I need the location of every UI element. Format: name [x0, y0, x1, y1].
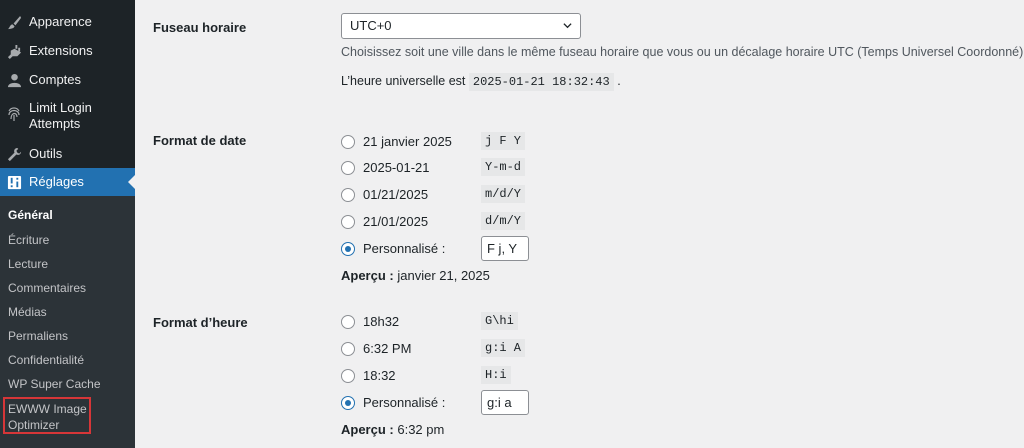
preview-value: 6:32 pm: [397, 422, 445, 437]
preview-value: janvier 21, 2025: [397, 268, 490, 283]
timezone-description: Choisissez soit une ville dans le même f…: [341, 45, 1024, 59]
date-format-code: m/d/Y: [481, 185, 526, 203]
submenu-item-permaliens[interactable]: Permaliens: [8, 329, 68, 343]
paintbrush-icon: [6, 14, 22, 30]
menu-item-reglages[interactable]: Réglages: [0, 168, 136, 196]
timezone-label: Fuseau horaire: [153, 20, 247, 35]
menu-label: Comptes: [29, 72, 82, 87]
time-format-option-label: 18h32: [363, 314, 400, 329]
plugin-icon: [6, 43, 22, 59]
timezone-select[interactable]: UTC+0: [341, 13, 581, 39]
menu-item-apparence[interactable]: Apparence: [0, 12, 135, 32]
menu-item-limit-login-attempts[interactable]: Limit Login Attempts: [0, 98, 135, 134]
date-format-code: Y-m-d: [481, 158, 526, 176]
date-format-option-label: 21/01/2025: [363, 214, 429, 229]
user-icon: [6, 72, 22, 88]
preview-label: Aperçu :: [341, 268, 394, 283]
radio-button-checked[interactable]: [341, 396, 355, 410]
date-format-option-label: 01/21/2025: [363, 187, 429, 202]
submenu-item-general[interactable]: Général: [8, 208, 53, 222]
settings-main: Fuseau horaire UTC+0 Choisissez soit une…: [135, 0, 1024, 448]
menu-item-outils[interactable]: Outils: [0, 144, 135, 164]
menu-label: Limit Login: [29, 100, 92, 115]
utc-prefix: L’heure universelle est: [341, 74, 466, 88]
menu-item-extensions[interactable]: Extensions: [0, 41, 135, 61]
date-format-code: j F Y: [481, 132, 526, 150]
date-format-code: d/m/Y: [481, 212, 526, 230]
submenu-item-wp-super-cache[interactable]: WP Super Cache: [8, 377, 101, 391]
time-format-custom-input[interactable]: [481, 390, 529, 415]
utc-time-value: 2025-01-21 18:32:43: [468, 73, 614, 91]
preview-label: Aperçu :: [341, 422, 394, 437]
menu-label: Outils: [29, 146, 63, 161]
menu-label: Réglages: [29, 174, 84, 189]
submenu-item-ecriture[interactable]: Écriture: [8, 233, 49, 247]
time-format-custom-label: Personnalisé :: [363, 395, 446, 410]
time-format-option-label: 6:32 PM: [363, 341, 412, 356]
submenu-item-lecture[interactable]: Lecture: [8, 257, 48, 271]
submenu-item-medias[interactable]: Médias: [8, 305, 47, 319]
date-format-option-label: 2025-01-21: [363, 160, 430, 175]
timezone-selected-value: UTC+0: [350, 18, 392, 33]
date-format-preview: Aperçu : janvier 21, 2025: [341, 268, 490, 283]
radio-button[interactable]: [341, 369, 355, 383]
date-format-label: Format de date: [153, 133, 247, 148]
time-format-option-label: 18:32: [363, 368, 396, 383]
time-format-code: G\hi: [481, 312, 518, 330]
radio-button[interactable]: [341, 188, 355, 202]
time-format-code: g:i A: [481, 339, 526, 357]
settings-icon: [6, 174, 22, 190]
date-format-custom-input[interactable]: [481, 236, 529, 261]
menu-label: Extensions: [29, 43, 93, 58]
submenu-item-commentaires[interactable]: Commentaires: [8, 281, 86, 295]
menu-label-line2: Attempts: [29, 116, 81, 131]
time-format-preview: Aperçu : 6:32 pm: [341, 422, 444, 437]
radio-button[interactable]: [341, 215, 355, 229]
utc-time-line: L’heure universelle est 2025-01-21 18:32…: [341, 73, 621, 91]
wrench-icon: [6, 146, 22, 162]
menu-item-comptes[interactable]: Comptes: [0, 70, 135, 90]
menu-label: Apparence: [29, 14, 92, 29]
radio-button[interactable]: [341, 315, 355, 329]
chevron-down-icon: [563, 23, 572, 29]
time-format-code: H:i: [481, 366, 511, 384]
radio-button[interactable]: [341, 161, 355, 175]
admin-sidebar: Apparence Extensions Comptes Limit Login…: [0, 0, 136, 448]
time-format-label: Format d’heure: [153, 315, 248, 330]
utc-suffix: .: [617, 74, 621, 88]
fingerprint-icon: [6, 106, 22, 122]
date-format-option-label: 21 janvier 2025: [363, 134, 452, 149]
radio-button[interactable]: [341, 135, 355, 149]
highlight-box: [3, 397, 91, 434]
radio-button-checked[interactable]: [341, 242, 355, 256]
submenu-item-confidentialite[interactable]: Confidentialité: [8, 353, 84, 367]
radio-button[interactable]: [341, 342, 355, 356]
date-format-custom-label: Personnalisé :: [363, 241, 446, 256]
